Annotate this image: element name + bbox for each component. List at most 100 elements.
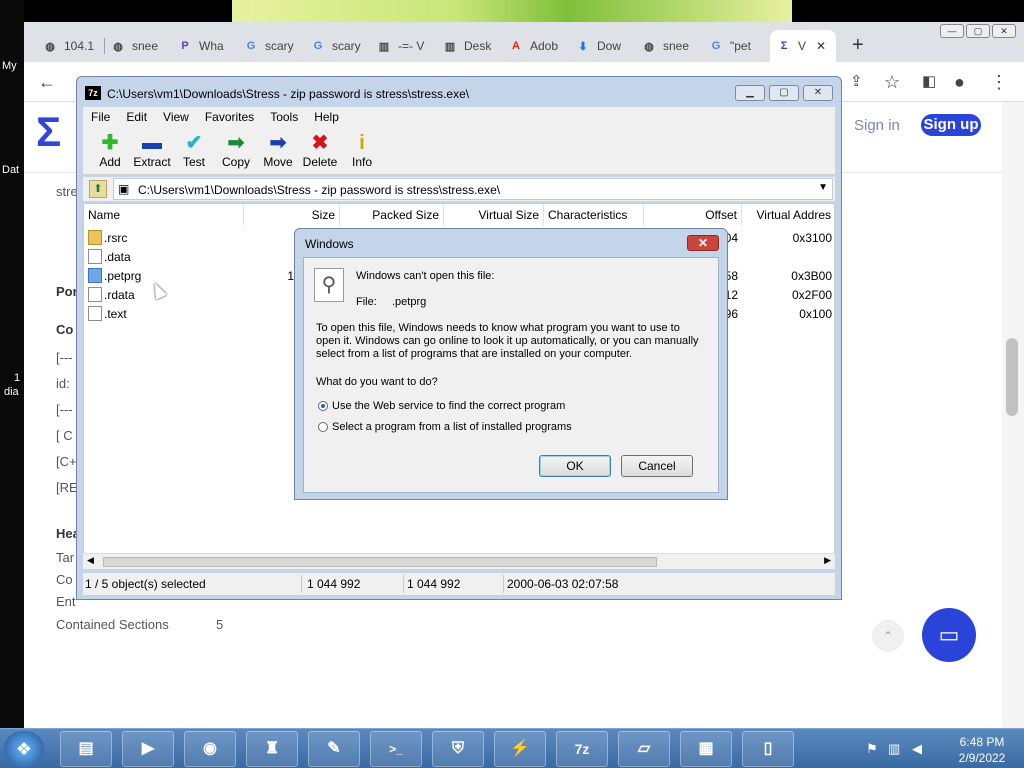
taskbar-app[interactable]: 7z	[556, 731, 608, 767]
browser-tab[interactable]: ◍ snee	[104, 30, 170, 62]
info-button[interactable]: i Info	[341, 131, 383, 169]
folder-up-icon[interactable]: ⬆	[89, 180, 107, 198]
radio-select-program[interactable]	[318, 422, 328, 432]
column-header-virtual-size[interactable]: Virtual Size	[444, 204, 544, 226]
page-text-fragment: [---	[56, 350, 73, 365]
tab-title: scary	[265, 39, 294, 53]
back-arrow-icon[interactable]: ←	[38, 72, 56, 93]
taskbar-app[interactable]: ✎	[308, 731, 360, 767]
scroll-up-button[interactable]: ⌃	[872, 620, 904, 652]
move-button[interactable]: ➡ Move	[257, 131, 299, 169]
7zip-titlebar[interactable]: 7z C:\Users\vm1\Downloads\Stress - zip p…	[77, 77, 841, 107]
browser-tab[interactable]: ⬇ Dow	[569, 30, 635, 62]
profile-avatar-icon[interactable]: ●	[954, 72, 965, 93]
desktop-icon-label[interactable]: My	[2, 60, 17, 72]
taskbar-app[interactable]: ♜	[246, 731, 298, 767]
desktop-icon-label[interactable]: Dat	[2, 164, 19, 176]
minimize-button[interactable]: —	[940, 24, 964, 38]
maximize-button[interactable]: ▢	[966, 24, 990, 38]
close-window-button[interactable]: ✕	[992, 24, 1016, 38]
share-icon[interactable]: ⇪	[850, 72, 863, 90]
site-logo-icon[interactable]: Σ	[36, 108, 61, 156]
menu-view[interactable]: View	[155, 107, 197, 127]
browser-tab[interactable]: ◍ snee	[635, 30, 701, 62]
clock-date[interactable]: 2/9/2022	[944, 751, 1020, 765]
maximize-button[interactable]: ▢	[769, 85, 799, 101]
address-input[interactable]: ▣ C:\Users\vm1\Downloads\Stress - zip pa…	[113, 178, 833, 200]
taskbar-app[interactable]: >_	[370, 731, 422, 767]
chrome-icon: ◉	[203, 740, 217, 757]
cancel-button[interactable]: Cancel	[621, 455, 693, 477]
column-header-offset[interactable]: Offset	[644, 204, 742, 226]
taskbar-app[interactable]: ▶	[122, 731, 174, 767]
file-name: .text	[104, 307, 127, 321]
taskbar-app[interactable]: ▯	[742, 731, 794, 767]
dialog-close-button[interactable]: ✕	[687, 235, 719, 251]
radio-web-service[interactable]	[318, 401, 328, 411]
action-center-icon[interactable]: ⚑	[866, 741, 878, 757]
column-header-packed-size[interactable]: Packed Size	[340, 204, 444, 226]
start-button[interactable]: ❖	[4, 731, 44, 767]
browser-tab[interactable]: P Wha	[171, 30, 237, 62]
horizontal-scrollbar[interactable]: ◀ ▶	[83, 553, 835, 569]
browser-tab[interactable]: Gscary	[304, 30, 370, 62]
add-button[interactable]: ✚ Add	[89, 131, 131, 169]
sign-up-button[interactable]: Sign up	[921, 114, 981, 136]
page-scrollbar-thumb[interactable]	[1006, 338, 1018, 416]
browser-tab[interactable]: Gscary	[237, 30, 303, 62]
chat-button[interactable]: ▭	[922, 608, 976, 662]
browser-tab[interactable]: ◍ 104.1	[36, 30, 102, 62]
new-tab-button[interactable]: +	[852, 34, 864, 57]
menu-favorites[interactable]: Favorites	[197, 107, 262, 127]
menu-file[interactable]: File	[83, 107, 118, 127]
file-icon	[88, 268, 102, 283]
taskbar-app[interactable]: ◉	[184, 731, 236, 767]
chevron-down-icon[interactable]: ▼	[818, 182, 828, 193]
network-status-icon[interactable]: ▥	[888, 741, 900, 757]
sign-in-link[interactable]: Sign in	[854, 117, 900, 134]
menu-help[interactable]: Help	[306, 107, 347, 127]
delete-button[interactable]: ✖ Delete	[299, 131, 341, 169]
taskbar-app[interactable]: ▦	[680, 731, 732, 767]
ok-button[interactable]: OK	[539, 455, 611, 477]
column-header-virtual-address[interactable]: Virtual Addres	[742, 204, 834, 226]
close-tab-icon[interactable]: ✕	[816, 39, 826, 53]
browser-tab[interactable]: ▥ Desk	[436, 30, 502, 62]
close-window-button[interactable]: ✕	[803, 85, 833, 101]
status-separator	[301, 575, 302, 593]
option-web-service-label[interactable]: Use the Web service to find the correct …	[332, 400, 565, 413]
column-header-size[interactable]: Size	[244, 204, 340, 226]
desktop-icon-label[interactable]: 1	[14, 372, 20, 384]
clock-time[interactable]: 6:48 PM	[944, 735, 1020, 749]
horizontal-scrollbar-thumb[interactable]	[103, 557, 657, 567]
copy-arrow-icon: ➡	[227, 132, 245, 154]
7zip-menubar: File Edit View Favorites Tools Help	[83, 107, 835, 127]
menu-dots-icon[interactable]: ⋮	[990, 72, 1008, 93]
browser-tab[interactable]: G "pet	[702, 30, 768, 62]
test-button[interactable]: ✔ Test	[173, 131, 215, 169]
globe-icon: ◍	[644, 40, 654, 53]
star-icon[interactable]: ☆	[884, 72, 900, 93]
desktop-icon-label[interactable]: dia	[4, 386, 19, 398]
taskbar-app[interactable]: ▤	[60, 731, 112, 767]
volume-icon[interactable]: ◀	[912, 741, 922, 757]
browser-tab-active[interactable]: Σ V ✕	[770, 30, 836, 62]
taskbar-app[interactable]: ▱	[618, 731, 670, 767]
browser-tab[interactable]: ▥ -=- V	[370, 30, 436, 62]
column-header-name[interactable]: Name	[84, 204, 244, 226]
scroll-left-icon[interactable]: ◀	[87, 555, 94, 566]
taskbar-app[interactable]: ⛨	[432, 731, 484, 767]
option-select-program-label[interactable]: Select a program from a list of installe…	[332, 421, 572, 434]
minimize-button[interactable]: ▁	[735, 85, 765, 101]
sidebar-icon[interactable]: ◧	[922, 72, 936, 90]
7zip-icon: 7z	[85, 86, 101, 100]
plug-icon: ⚡	[510, 740, 530, 757]
extract-button[interactable]: ▬ Extract	[131, 131, 173, 169]
browser-tab[interactable]: A Adob	[502, 30, 568, 62]
copy-button[interactable]: ➡ Copy	[215, 131, 257, 169]
menu-edit[interactable]: Edit	[118, 107, 155, 127]
scroll-right-icon[interactable]: ▶	[824, 555, 831, 566]
menu-tools[interactable]: Tools	[262, 107, 306, 127]
taskbar-app[interactable]: ⚡	[494, 731, 546, 767]
column-header-characteristics[interactable]: Characteristics	[544, 204, 644, 226]
